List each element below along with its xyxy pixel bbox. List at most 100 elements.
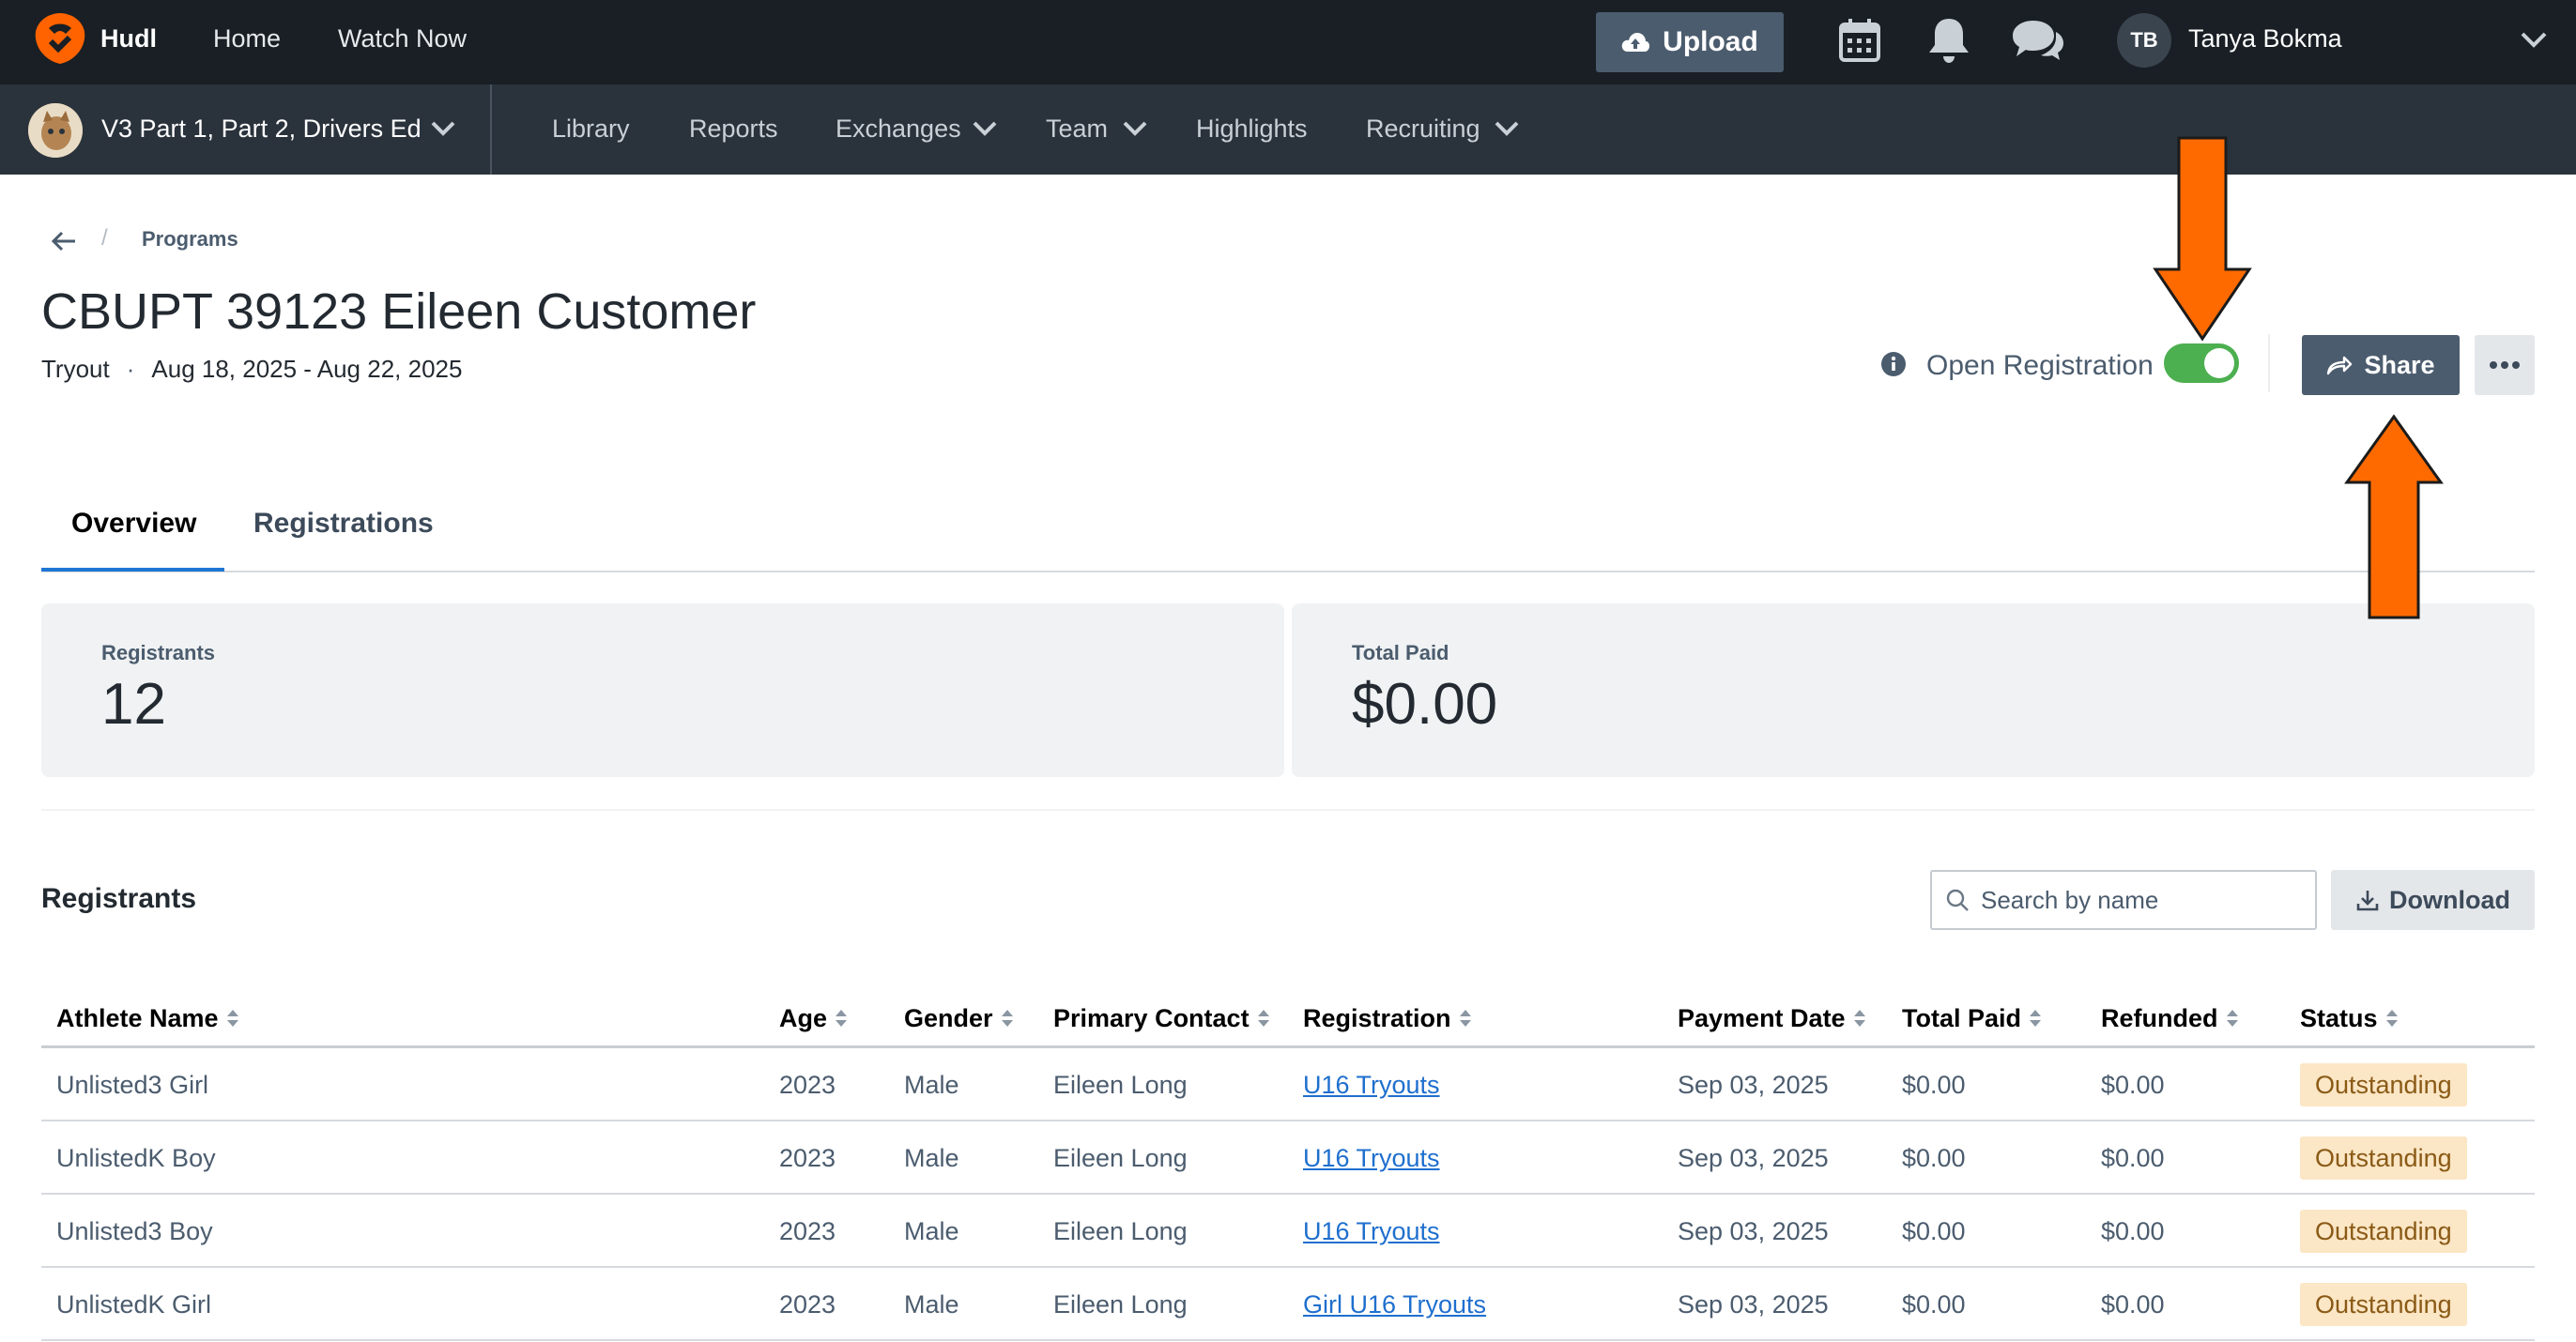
registrants-stat-card: Registrants 12 bbox=[41, 603, 1284, 777]
column-header-label: Registration bbox=[1303, 1004, 1451, 1032]
total-paid-stat-card: Total Paid $0.00 bbox=[1292, 603, 2535, 777]
sort-icon bbox=[2030, 1010, 2042, 1027]
primary-contact-cell: Eileen Long bbox=[1053, 1071, 1188, 1099]
team-switcher-chevron-down-icon[interactable] bbox=[428, 116, 458, 141]
sort-icon bbox=[836, 1010, 848, 1027]
primary-contact-cell: Eileen Long bbox=[1053, 1217, 1188, 1245]
column-header-primary-contact[interactable]: Primary Contact bbox=[1053, 1002, 1270, 1034]
table-row: Unlisted3 Boy 2023 Male Eileen Long U16 … bbox=[41, 1195, 2535, 1268]
info-icon[interactable] bbox=[1879, 350, 1908, 378]
column-header-label: Total Paid bbox=[1902, 1004, 2022, 1032]
column-header-age[interactable]: Age bbox=[779, 1002, 848, 1034]
registrants-heading: Registrants bbox=[41, 883, 197, 914]
team-chevron-down-icon[interactable] bbox=[1121, 116, 1149, 141]
nav-team[interactable]: Team bbox=[1046, 113, 1108, 145]
total-paid-cell: $0.00 bbox=[1902, 1290, 1966, 1319]
tabs-baseline bbox=[41, 571, 2535, 572]
nav-exchanges[interactable]: Exchanges bbox=[836, 113, 961, 145]
refunded-cell: $0.00 bbox=[2101, 1071, 2165, 1099]
top-navigation-bar: Hudl Home Watch Now Upload TB Tanya Bokm… bbox=[0, 0, 2576, 84]
table-row: UnlistedK Boy 2023 Male Eileen Long U16 … bbox=[41, 1121, 2535, 1195]
user-avatar[interactable]: TB bbox=[2117, 13, 2171, 68]
user-name[interactable]: Tanya Bokma bbox=[2188, 23, 2342, 54]
breadcrumb-separator: / bbox=[101, 225, 108, 251]
column-header-total-paid[interactable]: Total Paid bbox=[1902, 1002, 2042, 1034]
payment-date-cell: Sep 03, 2025 bbox=[1678, 1144, 1829, 1172]
page-title: CBUPT 39123 Eileen Customer bbox=[41, 283, 757, 340]
toggle-knob bbox=[2204, 348, 2234, 378]
column-header-payment-date[interactable]: Payment Date bbox=[1678, 1002, 1866, 1034]
nav-library[interactable]: Library bbox=[552, 113, 630, 145]
team-logo-icon bbox=[28, 103, 83, 158]
program-meta: Tryout · Aug 18, 2025 - Aug 22, 2025 bbox=[41, 354, 462, 384]
tab-overview[interactable]: Overview bbox=[71, 507, 196, 541]
status-badge: Outstanding bbox=[2300, 1283, 2467, 1326]
registrants-stat-value: 12 bbox=[101, 672, 166, 737]
status-badge: Outstanding bbox=[2300, 1210, 2467, 1253]
section-divider bbox=[41, 809, 2535, 811]
team-name[interactable]: V3 Part 1, Part 2, Drivers Ed bbox=[101, 113, 422, 145]
bell-icon[interactable] bbox=[1922, 13, 1976, 68]
column-header-label: Payment Date bbox=[1678, 1004, 1846, 1032]
age-cell: 2023 bbox=[779, 1290, 836, 1319]
sort-icon bbox=[2226, 1010, 2238, 1027]
nav-watch-now[interactable]: Watch Now bbox=[338, 23, 467, 54]
payment-date-cell: Sep 03, 2025 bbox=[1678, 1217, 1829, 1245]
athlete-name-cell: Unlisted3 Boy bbox=[56, 1217, 213, 1245]
sort-icon bbox=[1853, 1010, 1865, 1027]
column-header-label: Refunded bbox=[2101, 1004, 2218, 1032]
exchanges-chevron-down-icon[interactable] bbox=[971, 116, 999, 141]
team-avatar[interactable] bbox=[28, 103, 83, 158]
gender-cell: Male bbox=[904, 1290, 959, 1319]
share-button[interactable]: Share bbox=[2302, 335, 2460, 395]
primary-contact-cell: Eileen Long bbox=[1053, 1144, 1188, 1172]
sort-icon bbox=[226, 1010, 238, 1027]
sort-icon bbox=[1459, 1010, 1471, 1027]
hudl-logo-icon[interactable] bbox=[30, 8, 90, 68]
search-field[interactable] bbox=[1930, 870, 2317, 930]
total-paid-cell: $0.00 bbox=[1902, 1144, 1966, 1172]
gender-cell: Male bbox=[904, 1144, 959, 1172]
registration-link[interactable]: U16 Tryouts bbox=[1303, 1069, 1440, 1101]
annotation-arrow-down-icon bbox=[2153, 136, 2252, 342]
total-paid-stat-label: Total Paid bbox=[1352, 641, 1449, 664]
sort-icon bbox=[1257, 1010, 1269, 1027]
column-header-gender[interactable]: Gender bbox=[904, 1002, 1014, 1034]
registration-link[interactable]: U16 Tryouts bbox=[1303, 1215, 1440, 1247]
program-dates: Aug 18, 2025 - Aug 22, 2025 bbox=[151, 355, 463, 383]
column-header-refunded[interactable]: Refunded bbox=[2101, 1002, 2239, 1034]
age-cell: 2023 bbox=[779, 1217, 836, 1245]
registration-link[interactable]: Girl U16 Tryouts bbox=[1303, 1289, 1486, 1320]
column-header-registration[interactable]: Registration bbox=[1303, 1002, 1472, 1034]
registrants-stat-label: Registrants bbox=[101, 641, 216, 664]
subbar-divider bbox=[490, 84, 492, 175]
nav-home[interactable]: Home bbox=[213, 23, 281, 54]
user-menu-chevron-down-icon[interactable] bbox=[2518, 26, 2550, 53]
registration-link[interactable]: U16 Tryouts bbox=[1303, 1142, 1440, 1174]
breadcrumb-programs[interactable]: Programs bbox=[142, 227, 238, 252]
column-header-label: Gender bbox=[904, 1004, 993, 1032]
cloud-upload-icon bbox=[1621, 33, 1650, 52]
nav-recruiting[interactable]: Recruiting bbox=[1366, 113, 1480, 145]
search-input[interactable] bbox=[1981, 885, 2291, 915]
share-label: Share bbox=[2364, 350, 2435, 379]
open-registration-label: Open Registration bbox=[1926, 350, 2154, 381]
recruiting-chevron-down-icon[interactable] bbox=[1493, 116, 1521, 141]
download-button[interactable]: Download bbox=[2331, 870, 2535, 930]
column-header-status[interactable]: Status bbox=[2300, 1002, 2399, 1034]
header-divider bbox=[2268, 334, 2270, 392]
calendar-icon[interactable] bbox=[1832, 13, 1887, 68]
tab-registrations[interactable]: Registrations bbox=[253, 507, 434, 541]
chat-icon[interactable] bbox=[2011, 13, 2065, 68]
nav-reports[interactable]: Reports bbox=[689, 113, 778, 145]
status-badge: Outstanding bbox=[2300, 1063, 2467, 1106]
upload-button[interactable]: Upload bbox=[1596, 12, 1784, 72]
back-arrow-icon[interactable] bbox=[49, 228, 79, 254]
column-header-athlete-name[interactable]: Athlete Name bbox=[56, 1002, 239, 1034]
brand-name[interactable]: Hudl bbox=[100, 23, 157, 54]
athlete-name-cell: Unlisted3 Girl bbox=[56, 1071, 209, 1099]
open-registration-toggle[interactable] bbox=[2164, 343, 2239, 383]
nav-highlights[interactable]: Highlights bbox=[1196, 113, 1308, 145]
column-header-label: Athlete Name bbox=[56, 1004, 219, 1032]
more-options-button[interactable] bbox=[2475, 335, 2535, 395]
